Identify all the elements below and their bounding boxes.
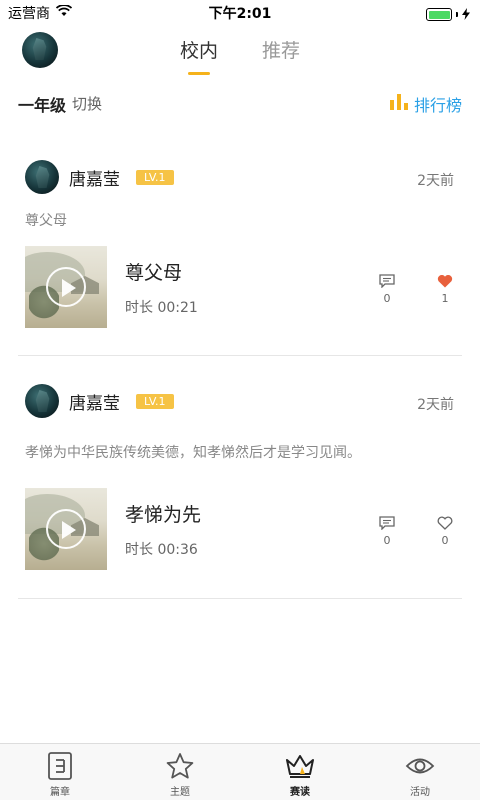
- switch-grade-button[interactable]: 切换: [72, 93, 102, 114]
- media-item[interactable]: 尊父母 时长 00:21: [25, 246, 198, 328]
- author-avatar[interactable]: [25, 384, 59, 418]
- battery-indicator: [426, 5, 470, 24]
- post-time: 2天前: [417, 397, 454, 413]
- play-icon[interactable]: [46, 509, 86, 549]
- grade-bar: 一年级 切换 排行榜: [0, 90, 480, 118]
- document-icon: [48, 752, 72, 780]
- comment-count: 0: [383, 534, 391, 547]
- media-duration: 时长 00:36: [125, 541, 198, 558]
- nav-label: 赛读: [290, 787, 310, 798]
- post-description: 尊父母: [25, 213, 67, 229]
- post-card: 唐嘉莹 LV.1 2天前 尊父母 尊父母 时长 00:21 0 1: [18, 160, 462, 356]
- author-name: 唐嘉莹: [69, 169, 120, 190]
- video-thumbnail[interactable]: [25, 246, 107, 328]
- battery-icon: [426, 8, 452, 21]
- battery-tip: [456, 12, 458, 17]
- level-badge: LV.1: [136, 393, 174, 409]
- top-tabs: 校内 推荐: [0, 36, 480, 75]
- comment-button[interactable]: 0: [372, 274, 402, 305]
- tab-school[interactable]: 校内: [180, 36, 218, 75]
- media-title: 尊父母: [125, 261, 183, 284]
- nav-label: 篇章: [50, 787, 70, 798]
- post-card: 唐嘉莹 LV.1 2天前 孝悌为中华民族传统美德，知孝悌然后才是学习见闻。 孝悌…: [18, 384, 462, 599]
- status-bar: 运营商 下午2:01: [0, 0, 480, 24]
- tab-recommend[interactable]: 推荐: [262, 36, 300, 75]
- like-button[interactable]: 0: [430, 516, 460, 547]
- comment-count: 0: [383, 292, 391, 305]
- battery-fill: [428, 10, 450, 19]
- like-count: 0: [441, 534, 449, 547]
- comment-icon: [379, 274, 395, 288]
- comment-icon: [379, 516, 395, 530]
- bar-chart-icon: [389, 94, 408, 114]
- nav-chapters[interactable]: 篇章: [0, 744, 120, 800]
- nav-label: 活动: [410, 787, 430, 798]
- video-thumbnail[interactable]: [25, 488, 107, 570]
- post-author[interactable]: 唐嘉莹 LV.1: [25, 160, 174, 194]
- nav-label: 主题: [170, 787, 190, 798]
- star-icon: [166, 753, 194, 779]
- ranking-button[interactable]: 排行榜: [389, 92, 462, 116]
- like-count: 1: [441, 292, 449, 305]
- ranking-label: 排行榜: [413, 96, 462, 115]
- top-header: 校内 推荐: [0, 24, 480, 80]
- crown-icon: [286, 755, 314, 778]
- eye-icon: [405, 758, 435, 774]
- heart-filled-icon: [437, 274, 453, 288]
- nav-contest[interactable]: 赛读: [240, 744, 360, 800]
- comment-button[interactable]: 0: [372, 516, 402, 547]
- charging-icon: [462, 5, 470, 24]
- like-button[interactable]: 1: [430, 274, 460, 305]
- play-icon[interactable]: [46, 267, 86, 307]
- status-time: 下午2:01: [208, 6, 272, 22]
- grade-label: 一年级: [18, 96, 67, 115]
- media-title: 孝悌为先: [125, 503, 202, 526]
- author-avatar[interactable]: [25, 160, 59, 194]
- post-time: 2天前: [417, 173, 454, 189]
- media-item[interactable]: 孝悌为先 时长 00:36: [25, 488, 201, 570]
- nav-activities[interactable]: 活动: [360, 744, 480, 800]
- media-duration: 时长 00:21: [125, 299, 198, 316]
- post-description: 孝悌为中华民族传统美德，知孝悌然后才是学习见闻。: [25, 445, 361, 461]
- post-author[interactable]: 唐嘉莹 LV.1: [25, 384, 174, 418]
- author-name: 唐嘉莹: [69, 393, 120, 414]
- nav-topics[interactable]: 主题: [120, 744, 240, 800]
- heart-outline-icon: [437, 516, 453, 530]
- bottom-nav: 篇章 主题 赛读 活动: [0, 743, 480, 800]
- level-badge: LV.1: [136, 169, 174, 185]
